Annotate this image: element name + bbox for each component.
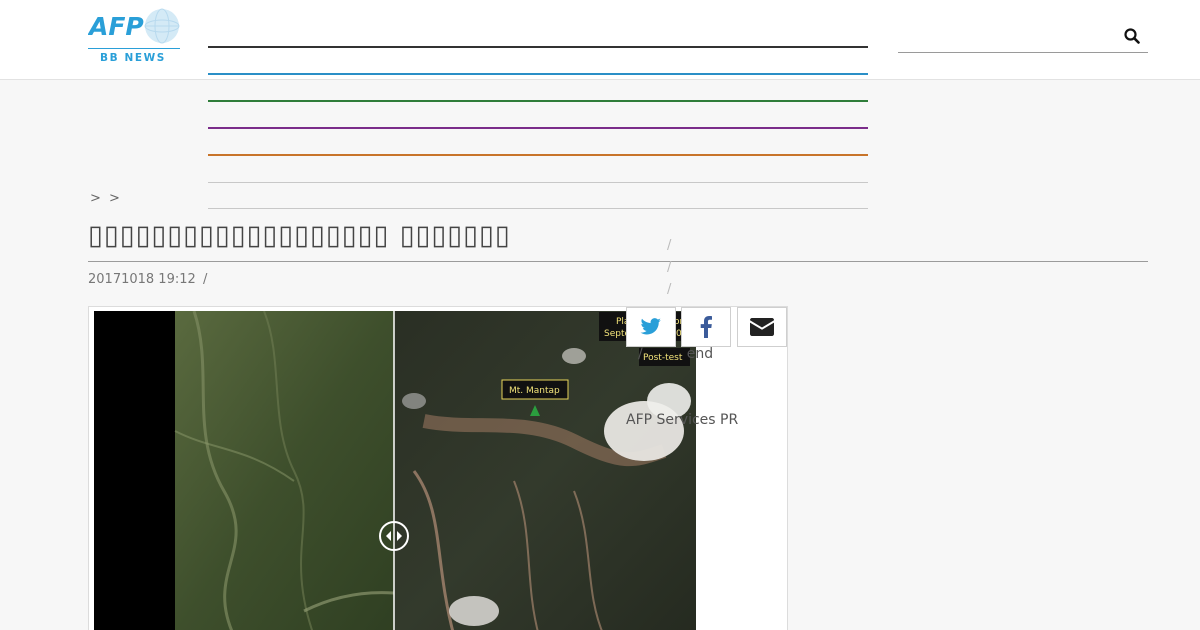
mountain-label: Mt. Mantap: [509, 386, 560, 396]
pr-link[interactable]: AFP Services PR: [626, 412, 738, 428]
page-title: ▯▯▯▯▯▯▯▯▯▯▯▯▯▯▯▯▯▯▯ ▯▯▯▯▯▯▯: [88, 220, 511, 251]
nav-line-5[interactable]: [208, 154, 868, 156]
side-slash-3: /: [667, 282, 672, 297]
logo-divider: [88, 48, 180, 49]
facebook-icon: [700, 316, 712, 338]
nav-line-2[interactable]: [208, 73, 868, 75]
envelope-icon: [750, 318, 774, 336]
side-slash-2: /: [667, 260, 672, 275]
site-header: AFP BB NEWS: [0, 0, 1200, 80]
recommend-heading: / end: [638, 346, 713, 362]
breadcrumb[interactable]: > >: [90, 191, 122, 206]
title-divider: [88, 261, 1148, 262]
nav-line-7[interactable]: [208, 208, 868, 209]
nav-line-1[interactable]: [208, 46, 868, 48]
twitter-share-button[interactable]: [626, 307, 676, 347]
recommend-label: end: [686, 346, 714, 362]
search-input[interactable]: [898, 22, 1118, 52]
article-date: 20171018 19:12: [88, 272, 196, 287]
logo-text: AFP: [88, 12, 144, 41]
date-separator: /: [203, 272, 208, 287]
search-icon[interactable]: [1124, 28, 1140, 44]
nav-line-4[interactable]: [208, 127, 868, 129]
nav-line-3[interactable]: [208, 100, 868, 102]
logo-subtitle: BB NEWS: [100, 52, 166, 64]
facebook-share-button[interactable]: [681, 307, 731, 347]
search-bar: [898, 22, 1148, 53]
side-slash-1: /: [667, 238, 672, 253]
email-share-button[interactable]: [737, 307, 787, 347]
twitter-icon: [640, 318, 661, 335]
recommend-slash: /: [638, 346, 643, 362]
afp-logo-mark: AFP: [87, 8, 180, 44]
satellite-comparison-image[interactable]: Pla Septe on 0 Post-test Mt. Mantap: [94, 311, 696, 630]
nav-line-6[interactable]: [208, 182, 868, 183]
